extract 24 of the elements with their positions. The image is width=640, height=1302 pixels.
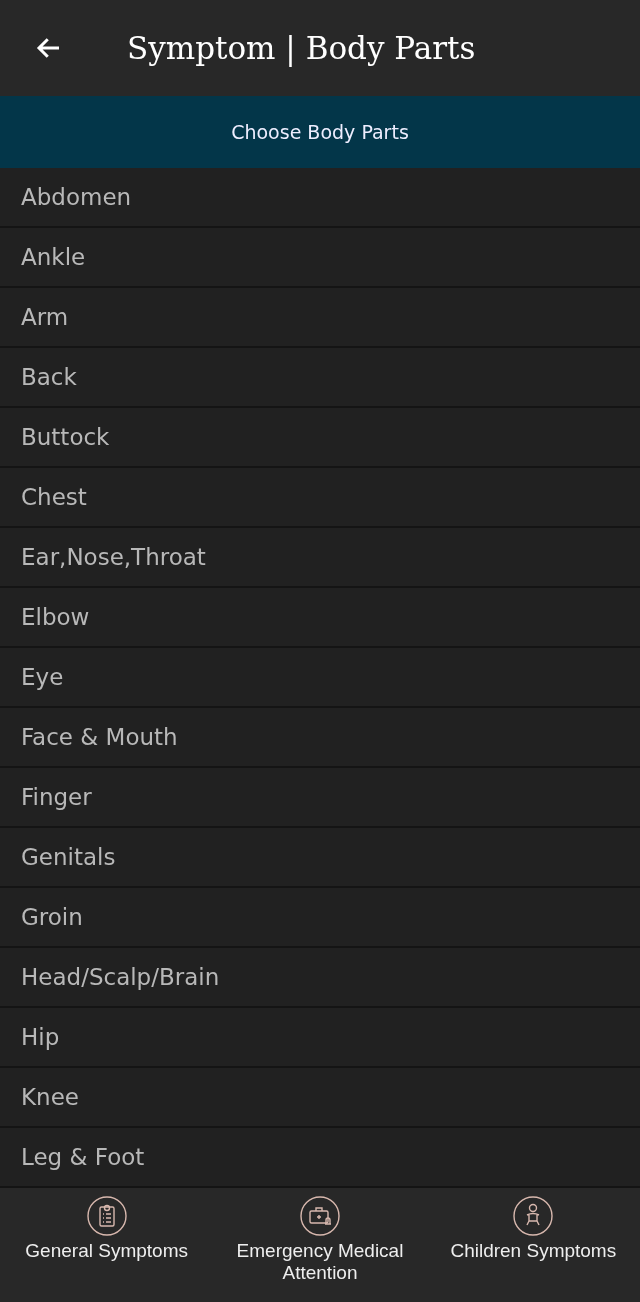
baby-icon — [513, 1196, 554, 1236]
nav-tab[interactable]: General Symptoms — [0, 1188, 214, 1302]
body-part-item[interactable]: Hip — [0, 1008, 640, 1068]
body-part-item[interactable]: Genitals — [0, 828, 640, 888]
body-part-item[interactable]: Abdomen — [0, 168, 640, 228]
body-part-item[interactable]: Back — [0, 348, 640, 408]
body-part-item[interactable]: Elbow — [0, 588, 640, 648]
body-part-item[interactable]: Head/Scalp/Brain — [0, 948, 640, 1008]
body-part-item[interactable]: Ankle — [0, 228, 640, 288]
body-part-item[interactable]: Eye — [0, 648, 640, 708]
body-part-item[interactable]: Chest — [0, 468, 640, 528]
body-part-item[interactable]: Face & Mouth — [0, 708, 640, 768]
body-part-item[interactable]: Arm — [0, 288, 640, 348]
nav-tab[interactable]: Children Symptoms — [426, 1188, 640, 1302]
nav-tab[interactable]: Emergency Medical Attention — [213, 1188, 427, 1302]
screen-title: Symptom | Body Parts — [127, 30, 476, 66]
first-aid-kit-icon — [300, 1196, 340, 1236]
body-part-item[interactable]: Groin — [0, 888, 640, 948]
body-part-item[interactable]: Ear,Nose,Throat — [0, 528, 640, 588]
clipboard-icon — [86, 1196, 127, 1236]
body-part-item[interactable]: Finger — [0, 768, 640, 828]
body-part-item[interactable]: Buttock — [0, 408, 640, 468]
banner-label: Choose Body Parts — [231, 121, 409, 143]
body-part-item[interactable]: Knee — [0, 1068, 640, 1128]
